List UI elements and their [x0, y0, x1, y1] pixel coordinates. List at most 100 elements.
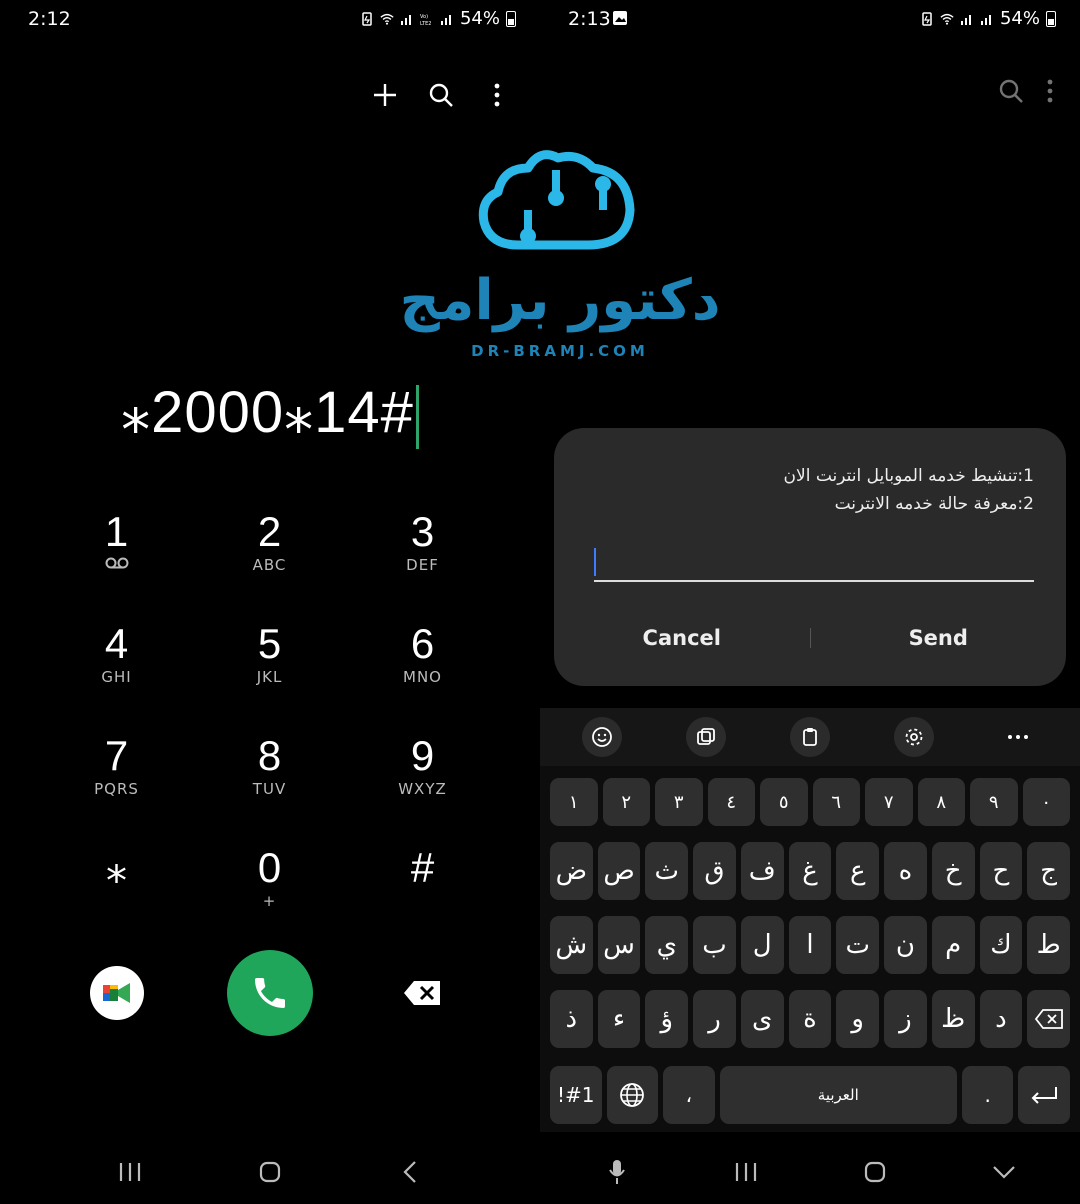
- send-button[interactable]: Send: [811, 626, 1067, 650]
- hide-keyboard-button[interactable]: [984, 1152, 1024, 1192]
- key-hash[interactable]: #: [346, 836, 499, 948]
- key[interactable]: ج: [1027, 842, 1070, 900]
- key-6[interactable]: 6 MNO: [346, 612, 499, 724]
- search-button[interactable]: [424, 78, 458, 112]
- home-icon: [864, 1161, 885, 1183]
- more-options-button[interactable]: [480, 78, 514, 112]
- key[interactable]: ط: [1027, 916, 1070, 974]
- keyboard-settings-button[interactable]: [894, 717, 934, 757]
- key-3[interactable]: 3 DEF: [346, 500, 499, 612]
- status-bar: 2:13 54%: [540, 0, 1080, 38]
- home-button[interactable]: [855, 1152, 895, 1192]
- emoji-button[interactable]: [582, 717, 622, 757]
- key-5[interactable]: 5 JKL: [193, 612, 346, 724]
- backspace-key[interactable]: [1027, 990, 1070, 1048]
- key-letters: GHI: [101, 668, 132, 686]
- key[interactable]: ٨: [917, 778, 965, 826]
- gear-icon: [905, 728, 923, 746]
- globe-icon: [620, 1083, 645, 1107]
- key[interactable]: ح: [979, 842, 1023, 900]
- back-button[interactable]: [390, 1152, 430, 1192]
- battery-saver-icon: [362, 11, 372, 26]
- key-star[interactable]: ⁎: [40, 836, 193, 948]
- key[interactable]: ب: [693, 916, 736, 974]
- video-call-button[interactable]: [90, 966, 144, 1020]
- recents-button[interactable]: [110, 1152, 150, 1192]
- recents-button[interactable]: [726, 1152, 766, 1192]
- key-2[interactable]: 2 ABC: [193, 500, 346, 612]
- key[interactable]: ٥: [760, 778, 808, 826]
- key[interactable]: ٩: [970, 778, 1018, 826]
- cancel-button[interactable]: Cancel: [554, 626, 810, 650]
- key[interactable]: ١: [550, 778, 598, 826]
- key[interactable]: م: [931, 916, 975, 974]
- key[interactable]: ف: [740, 842, 784, 900]
- key[interactable]: ة: [788, 990, 832, 1048]
- key-9[interactable]: 9 WXYZ: [346, 724, 499, 836]
- key[interactable]: ص: [597, 842, 641, 900]
- key-digit: 3: [410, 508, 435, 555]
- key[interactable]: ع: [836, 842, 880, 900]
- add-contact-button[interactable]: [368, 78, 402, 112]
- battery-percent: 54%: [459, 8, 500, 29]
- key-4[interactable]: 4 GHI: [40, 612, 193, 724]
- keyboard-toolbar: [540, 708, 1080, 766]
- key[interactable]: ك: [979, 916, 1023, 974]
- dialer-toolbar: [368, 78, 514, 112]
- clipboard-button[interactable]: [790, 717, 830, 757]
- key[interactable]: ش: [549, 916, 593, 974]
- key[interactable]: خ: [931, 842, 975, 900]
- ussd-reply-input[interactable]: [594, 546, 1034, 582]
- key[interactable]: ز: [884, 990, 927, 1048]
- call-button[interactable]: [227, 950, 313, 1036]
- dialed-number-field[interactable]: ⁎2000⁎14#: [0, 378, 540, 449]
- key[interactable]: ن: [884, 916, 927, 974]
- key[interactable]: ٠: [1022, 778, 1070, 826]
- key[interactable]: و: [836, 990, 880, 1048]
- text-cursor: [594, 548, 596, 576]
- enter-key[interactable]: [1018, 1066, 1070, 1124]
- comma-key[interactable]: ،: [663, 1066, 715, 1124]
- key[interactable]: ل: [740, 916, 784, 974]
- key[interactable]: ه: [884, 842, 927, 900]
- key[interactable]: ء: [597, 990, 641, 1048]
- key[interactable]: ٢: [602, 778, 650, 826]
- backspace-icon[interactable]: [402, 978, 444, 1008]
- space-key[interactable]: العربية: [719, 1066, 957, 1124]
- home-button[interactable]: [250, 1152, 290, 1192]
- key[interactable]: س: [597, 916, 641, 974]
- key[interactable]: ؤ: [645, 990, 689, 1048]
- status-time: 2:13: [568, 8, 611, 30]
- period-key[interactable]: .: [961, 1066, 1014, 1124]
- key-7[interactable]: 7 PQRS: [40, 724, 193, 836]
- keyboard-row-1: ج ح خ ه ع غ ف ق ث ص ض: [549, 842, 1070, 900]
- key[interactable]: ٤: [707, 778, 755, 826]
- key[interactable]: ر: [693, 990, 736, 1048]
- key[interactable]: ض: [549, 842, 593, 900]
- key[interactable]: ٣: [655, 778, 703, 826]
- key[interactable]: ى: [740, 990, 784, 1048]
- key[interactable]: ظ: [931, 990, 975, 1048]
- key-0[interactable]: 0 +: [193, 836, 346, 948]
- key-8[interactable]: 8 TUV: [193, 724, 346, 836]
- language-key[interactable]: [606, 1066, 659, 1124]
- phone-icon: [255, 978, 285, 1008]
- battery-saver-icon: [922, 11, 932, 26]
- key[interactable]: ي: [645, 916, 689, 974]
- key[interactable]: ث: [645, 842, 689, 900]
- key[interactable]: ٧: [865, 778, 913, 826]
- key[interactable]: ذ: [549, 990, 593, 1048]
- key-1[interactable]: 1: [40, 500, 193, 612]
- key[interactable]: ٦: [812, 778, 860, 826]
- key[interactable]: ت: [836, 916, 880, 974]
- key[interactable]: ق: [693, 842, 736, 900]
- key[interactable]: ا: [788, 916, 832, 974]
- search-button[interactable]: [998, 78, 1024, 108]
- stickers-button[interactable]: [686, 717, 726, 757]
- symbols-key[interactable]: !#1: [550, 1066, 602, 1124]
- key[interactable]: غ: [788, 842, 832, 900]
- keyboard-more-button[interactable]: [998, 717, 1038, 757]
- voice-input-button[interactable]: [597, 1152, 637, 1192]
- more-options-button[interactable]: [1046, 79, 1054, 107]
- key[interactable]: د: [979, 990, 1023, 1048]
